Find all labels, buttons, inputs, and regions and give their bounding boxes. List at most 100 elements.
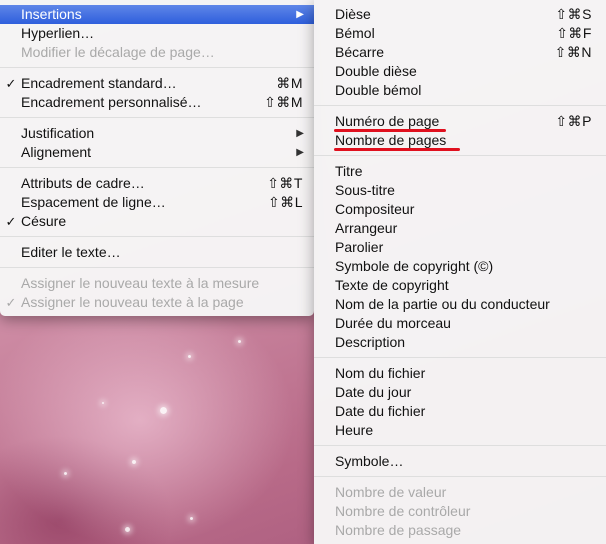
- submenu-item-bemol[interactable]: Bémol ⇧⌘F: [314, 24, 606, 43]
- menu-item-attributs-cadre[interactable]: Attributs de cadre… ⇧⌘T: [0, 174, 314, 193]
- menu-item-label: Symbole…: [335, 453, 404, 469]
- menu-item-editer-texte[interactable]: Editer le texte…: [0, 243, 314, 262]
- menu-item-label: Encadrement personnalisé…: [21, 94, 202, 110]
- menu-item-shortcut: ⇧⌘F: [556, 25, 592, 41]
- menu-item-label: Nom du fichier: [335, 365, 426, 381]
- menu-item-label: Justification: [21, 125, 95, 141]
- menu-separator: [0, 117, 314, 118]
- submenu-item-titre[interactable]: Titre: [314, 162, 606, 181]
- sparkle: [64, 472, 67, 475]
- red-underline-annotation: [334, 148, 460, 151]
- menu-item-label: Assigner le nouveau texte à la page: [21, 294, 244, 310]
- menu-item-label: Sous-titre: [335, 182, 395, 198]
- menu-item-label: Symbole de copyright (©): [335, 258, 494, 274]
- submenu-item-compositeur[interactable]: Compositeur: [314, 200, 606, 219]
- menu-item-label: Attributs de cadre…: [21, 175, 145, 191]
- menu-separator: [0, 67, 314, 68]
- sparkle: [102, 402, 104, 404]
- menu-item-label: Césure: [21, 213, 67, 229]
- menu-item-shortcut: ⌘M: [276, 75, 303, 91]
- menu-item-label: Date du fichier: [335, 403, 426, 419]
- menu-item-label: Double dièse: [335, 63, 417, 79]
- sparkle: [188, 355, 191, 358]
- menu-item-label: Description: [335, 334, 406, 350]
- submenu-item-nombre-passage: Nombre de passage: [314, 521, 606, 540]
- menu-item-justification[interactable]: Justification ▶: [0, 124, 314, 143]
- sparkle: [132, 460, 136, 464]
- checkmark-icon: ✓: [5, 214, 17, 229]
- menu-item-hyperlien[interactable]: Hyperlien…: [0, 24, 314, 43]
- menu-item-espacement-ligne[interactable]: Espacement de ligne… ⇧⌘L: [0, 193, 314, 212]
- submenu-item-nom-partie[interactable]: Nom de la partie ou du conducteur: [314, 295, 606, 314]
- menu-item-label: Encadrement standard…: [21, 75, 177, 91]
- submenu-item-duree-morceau[interactable]: Durée du morceau: [314, 314, 606, 333]
- submenu-item-sous-titre[interactable]: Sous-titre: [314, 181, 606, 200]
- menu-item-shortcut: ⇧⌘L: [267, 194, 303, 210]
- submenu-item-symbole[interactable]: Symbole…: [314, 452, 606, 471]
- menu-separator: [314, 476, 606, 477]
- submenu-item-parolier[interactable]: Parolier: [314, 238, 606, 257]
- submenu-item-nombre-valeur: Nombre de valeur: [314, 483, 606, 502]
- submenu-item-double-diese[interactable]: Double dièse: [314, 62, 606, 81]
- menu-item-shortcut: ⇧⌘M: [264, 94, 303, 110]
- menu-item-assigner-page: ✓ Assigner le nouveau texte à la page: [0, 293, 314, 312]
- submenu-item-arrangeur[interactable]: Arrangeur: [314, 219, 606, 238]
- sparkle: [190, 517, 193, 520]
- menu-item-label: Nombre de valeur: [335, 484, 447, 500]
- menu-item-label: Nom de la partie ou du conducteur: [335, 296, 550, 312]
- menu-item-shortcut: ⇧⌘N: [554, 44, 592, 60]
- menu-item-label: Nombre de contrôleur: [335, 503, 471, 519]
- menu-item-shortcut: ⇧⌘S: [555, 6, 592, 22]
- menu-item-label: Nombre de passage: [335, 522, 462, 538]
- menu-item-encadrement-personnalise[interactable]: Encadrement personnalisé… ⇧⌘M: [0, 93, 314, 112]
- menu-item-label: Titre: [335, 163, 363, 179]
- menu-item-label: Bécarre: [335, 44, 385, 60]
- submenu-item-double-bemol[interactable]: Double bémol: [314, 81, 606, 100]
- menu-item-label: Modifier le décalage de page…: [21, 44, 215, 60]
- menu-item-label: Dièse: [335, 6, 371, 22]
- sparkle: [160, 407, 167, 414]
- menu-item-label: Durée du morceau: [335, 315, 451, 331]
- submenu-item-diese[interactable]: Dièse ⇧⌘S: [314, 5, 606, 24]
- menu-item-modifier-decalage: Modifier le décalage de page…: [0, 43, 314, 62]
- menu-item-label: Arrangeur: [335, 220, 398, 236]
- submenu-arrow-icon: ▶: [296, 147, 304, 158]
- menu-item-encadrement-standard[interactable]: ✓ Encadrement standard… ⌘M: [0, 74, 314, 93]
- submenu-item-nombre-controleur: Nombre de contrôleur: [314, 502, 606, 521]
- menu-item-label: Date du jour: [335, 384, 412, 400]
- menu-separator: [0, 236, 314, 237]
- submenu-item-symbole-copyright[interactable]: Symbole de copyright (©): [314, 257, 606, 276]
- insertions-submenu: Dièse ⇧⌘S Bémol ⇧⌘F Bécarre ⇧⌘N Double d…: [314, 0, 606, 544]
- menu-item-shortcut: ⇧⌘T: [267, 175, 303, 191]
- menu-item-assigner-mesure: Assigner le nouveau texte à la mesure: [0, 274, 314, 293]
- text-context-menu: Insertions ▶ Hyperlien… Modifier le déca…: [0, 0, 314, 316]
- menu-item-shortcut: ⇧⌘P: [555, 113, 592, 129]
- submenu-item-texte-copyright[interactable]: Texte de copyright: [314, 276, 606, 295]
- menu-item-alignement[interactable]: Alignement ▶: [0, 143, 314, 162]
- menu-item-label: Assigner le nouveau texte à la mesure: [21, 275, 260, 291]
- sparkle: [125, 527, 130, 532]
- menu-item-label: Insertions: [21, 6, 82, 22]
- menu-item-label: Compositeur: [335, 201, 415, 217]
- sparkle: [238, 340, 241, 343]
- menu-separator: [314, 357, 606, 358]
- submenu-item-nom-fichier[interactable]: Nom du fichier: [314, 364, 606, 383]
- submenu-item-date-jour[interactable]: Date du jour: [314, 383, 606, 402]
- menu-separator: [0, 167, 314, 168]
- menu-item-cesure[interactable]: ✓ Césure: [0, 212, 314, 231]
- menu-item-insertions[interactable]: Insertions ▶: [0, 5, 314, 24]
- menu-item-label: Texte de copyright: [335, 277, 449, 293]
- menu-separator: [314, 155, 606, 156]
- menu-item-label: Heure: [335, 422, 374, 438]
- submenu-arrow-icon: ▶: [296, 9, 304, 20]
- menu-item-label: Bémol: [335, 25, 375, 41]
- checkmark-icon: ✓: [5, 76, 17, 91]
- submenu-item-description[interactable]: Description: [314, 333, 606, 352]
- menu-item-label: Espacement de ligne…: [21, 194, 166, 210]
- menu-separator: [0, 267, 314, 268]
- submenu-item-heure[interactable]: Heure: [314, 421, 606, 440]
- submenu-item-becarre[interactable]: Bécarre ⇧⌘N: [314, 43, 606, 62]
- checkmark-icon: ✓: [5, 295, 17, 310]
- menu-separator: [314, 445, 606, 446]
- submenu-item-date-fichier[interactable]: Date du fichier: [314, 402, 606, 421]
